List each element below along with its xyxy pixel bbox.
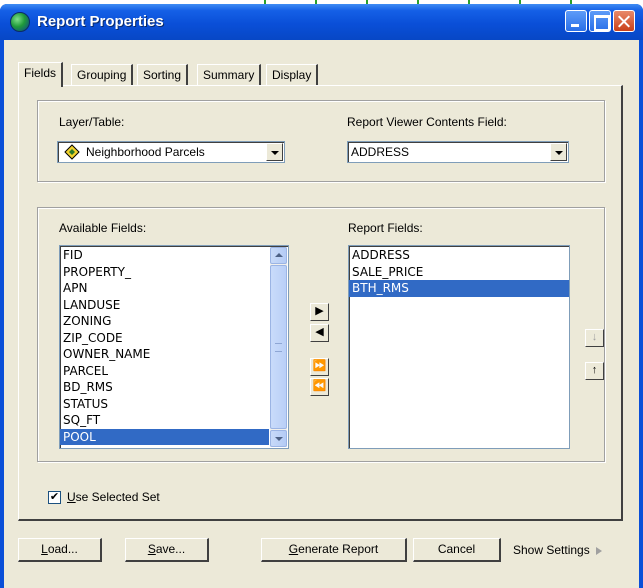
- available-fields-scrollbar[interactable]: [270, 247, 287, 447]
- tab-summary[interactable]: Summary: [197, 64, 262, 86]
- chevron-right-icon: [595, 546, 602, 555]
- globe-icon: [10, 12, 30, 32]
- tab-sorting[interactable]: Sorting: [137, 64, 189, 86]
- list-item[interactable]: ZIP_CODE: [60, 330, 288, 347]
- fields-group: Available Fields: FID PROPERTY_ APN LAND…: [37, 207, 605, 462]
- add-field-button[interactable]: ▶: [310, 303, 329, 321]
- report-properties-window: Report Properties Fields Grouping Sortin…: [0, 4, 643, 588]
- load-button[interactable]: Load...: [18, 538, 102, 562]
- fields-tab-panel: Layer/Table: Neighborhood Parcels Report…: [18, 85, 623, 521]
- available-fields-list[interactable]: FID PROPERTY_ APN LANDUSE ZONING ZIP_COD…: [59, 245, 289, 449]
- close-button[interactable]: [613, 10, 635, 32]
- list-item[interactable]: SALE_PRICE: [349, 264, 569, 281]
- list-item[interactable]: LANDUSE: [60, 297, 288, 314]
- tab-display[interactable]: Display: [266, 64, 319, 86]
- available-fields-label: Available Fields:: [59, 221, 147, 235]
- save-button[interactable]: Save...: [125, 538, 209, 562]
- chevron-down-icon[interactable]: [550, 143, 567, 161]
- generate-report-button[interactable]: Generate Report: [261, 538, 407, 562]
- report-fields-label: Report Fields:: [348, 221, 423, 235]
- contents-field-select[interactable]: ADDRESS: [347, 141, 569, 163]
- list-item[interactable]: STATUS: [60, 396, 288, 413]
- window-title: Report Properties: [37, 13, 164, 30]
- layer-select[interactable]: Neighborhood Parcels: [57, 141, 285, 163]
- tab-grouping[interactable]: Grouping: [71, 64, 134, 86]
- move-down-button[interactable]: ↓: [585, 329, 604, 347]
- chevron-down-icon[interactable]: [266, 143, 283, 161]
- move-up-button[interactable]: ↑: [585, 362, 604, 380]
- add-all-fields-button[interactable]: ⏩: [310, 358, 329, 376]
- title-bar[interactable]: Report Properties: [0, 4, 643, 40]
- contents-field-label: Report Viewer Contents Field:: [347, 115, 507, 129]
- use-selected-set-checkbox[interactable]: ✔: [48, 491, 61, 504]
- tab-fields[interactable]: Fields: [18, 62, 64, 87]
- remove-all-fields-button[interactable]: ⏪: [310, 378, 329, 396]
- cancel-button[interactable]: Cancel: [413, 538, 501, 562]
- layer-label: Layer/Table:: [59, 115, 125, 129]
- list-item[interactable]: ZONING: [60, 313, 288, 330]
- list-item[interactable]: BD_RMS: [60, 379, 288, 396]
- use-selected-set-label[interactable]: Use Selected Set: [67, 490, 160, 504]
- list-item[interactable]: SQ_FT: [60, 412, 288, 429]
- maximize-button[interactable]: [589, 10, 611, 32]
- scroll-up-icon[interactable]: [270, 247, 287, 264]
- minimize-button[interactable]: [565, 10, 587, 32]
- scroll-down-icon[interactable]: [270, 430, 287, 447]
- report-fields-list[interactable]: ADDRESS SALE_PRICE BTH_RMS: [348, 245, 570, 449]
- list-item[interactable]: OWNER_NAME: [60, 346, 288, 363]
- show-settings-link[interactable]: Show Settings: [513, 543, 602, 557]
- layer-diamond-icon: [64, 144, 80, 160]
- list-item-selected[interactable]: POOL: [60, 428, 269, 445]
- layer-select-value: Neighborhood Parcels: [86, 145, 205, 159]
- list-item[interactable]: FID: [60, 247, 288, 264]
- list-item-selected[interactable]: BTH_RMS: [349, 280, 569, 297]
- dialog-body: Fields Grouping Sorting Summary Display …: [4, 40, 639, 588]
- list-item[interactable]: ADDRESS: [349, 247, 569, 264]
- remove-field-button[interactable]: ◀: [310, 324, 329, 342]
- scroll-thumb[interactable]: [270, 265, 287, 429]
- list-item[interactable]: PROPERTY_: [60, 264, 288, 281]
- list-item[interactable]: APN: [60, 280, 288, 297]
- contents-field-value: ADDRESS: [351, 145, 410, 159]
- layer-group: Layer/Table: Neighborhood Parcels Report…: [37, 100, 605, 182]
- list-item[interactable]: PARCEL: [60, 363, 288, 380]
